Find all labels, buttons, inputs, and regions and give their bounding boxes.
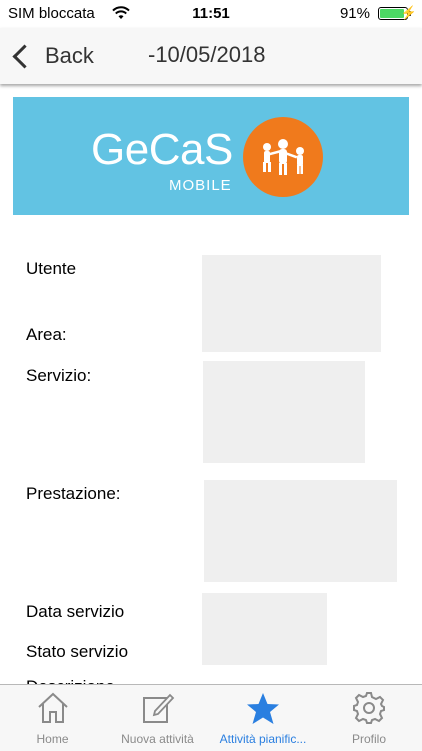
logo-text: GeCaS [91,125,233,174]
servizio-value-box [203,361,365,463]
battery-percent: 91% [339,5,370,22]
tab-attivita-pianificate-label: Attività pianific... [219,732,307,746]
back-label: Back [45,43,94,68]
star-icon [245,691,281,732]
gecas-banner: GeCaS MOBILE [13,97,409,215]
navigation-bar: Back -10/05/2018 [0,28,422,84]
logo-subtitle: MOBILE [169,177,232,194]
chevron-left-icon [12,43,37,69]
tab-home-label: Home [36,732,69,746]
tab-profilo[interactable]: Profilo [316,685,422,751]
tab-attivita-pianificate[interactable]: Attività pianific... [210,685,316,751]
tab-nuova-attivita[interactable]: Nuova attività [105,685,210,751]
prestazione-label: Prestazione: [26,484,121,503]
stato-servizio-label: Stato servizio [26,642,129,661]
back-button[interactable]: Back [10,40,94,72]
status-bar: SIM bloccata 11:51 91% ⚡ [0,0,422,28]
servizio-label: Servizio: [26,366,92,385]
gear-icon [352,691,386,730]
tab-nuova-attivita-label: Nuova attività [121,732,194,746]
data-servizio-label: Data servizio [26,602,125,621]
utente-value-box [202,255,381,352]
page-title: -10/05/2018 [148,42,266,67]
charging-icon: ⚡ [400,5,417,20]
area-label: Area: [26,325,67,344]
home-icon [36,691,70,730]
utente-label: Utente [26,259,77,278]
prestazione-value-box [204,480,397,582]
tab-bar: Home Nuova attività Attività pianific... [0,684,422,751]
compose-icon [141,691,175,730]
tab-home[interactable]: Home [0,685,105,751]
data-stato-value-box [202,593,327,665]
family-logo-icon [243,117,323,197]
tab-profilo-label: Profilo [351,732,386,746]
